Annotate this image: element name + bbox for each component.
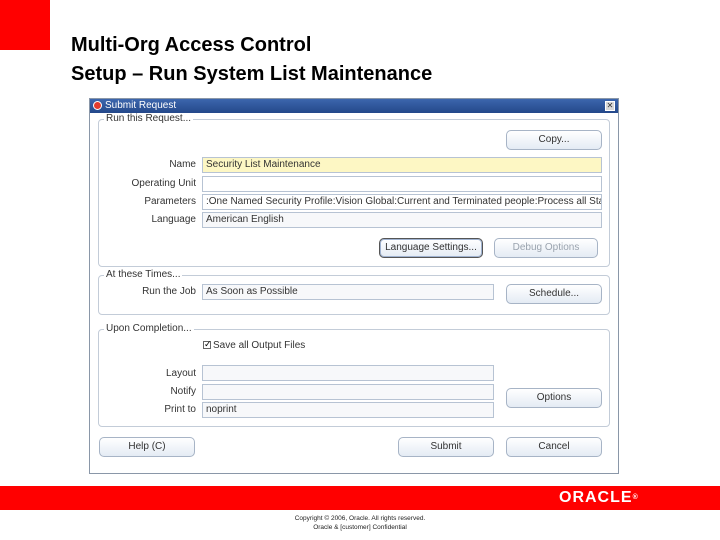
- copy-button[interactable]: Copy...: [506, 130, 602, 150]
- language-label: Language: [151, 214, 197, 225]
- submit-button[interactable]: Submit: [398, 437, 494, 457]
- oracle-logo: ORACLE®: [559, 488, 638, 508]
- schedule-button[interactable]: Schedule...: [506, 284, 602, 304]
- oracle-logo-text: ORACLE: [559, 489, 633, 506]
- notify-field[interactable]: [202, 384, 494, 400]
- copyright-notice: Copyright © 2006, Oracle. All rights res…: [260, 514, 460, 532]
- window-title: Submit Request: [105, 100, 177, 111]
- operating-unit-label: Operating Unit: [131, 178, 196, 189]
- slide-title: Multi-Org Access Control Setup – Run Sys…: [71, 31, 432, 89]
- window-titlebar[interactable]: Submit Request ✕: [90, 99, 618, 113]
- layout-field[interactable]: [202, 365, 494, 381]
- name-label: Name: [169, 159, 196, 170]
- print-to-field[interactable]: noprint: [202, 402, 494, 418]
- slide-title-line-1: Multi-Org Access Control: [71, 34, 312, 56]
- layout-label: Layout: [165, 368, 196, 379]
- close-icon[interactable]: ✕: [605, 101, 615, 111]
- parameters-label: Parameters: [144, 196, 196, 207]
- parameters-field[interactable]: :One Named Security Profile:Vision Globa…: [202, 194, 602, 210]
- operating-unit-field[interactable]: [202, 176, 602, 192]
- red-corner-block: [0, 0, 50, 50]
- name-field[interactable]: Security List Maintenance: [202, 157, 602, 173]
- at-these-times-label: At these Times...: [104, 269, 183, 281]
- cancel-button[interactable]: Cancel: [506, 437, 602, 457]
- copyright-line-2: Oracle & [customer] Confidential: [313, 524, 407, 531]
- run-the-job-label: Run the Job: [142, 286, 196, 297]
- save-output-label: Save all Output Files: [213, 340, 306, 351]
- submit-request-window: Submit Request ✕ Run this Request... Cop…: [89, 98, 619, 474]
- save-output-checkbox[interactable]: ✓: [203, 341, 212, 350]
- oracle-app-icon: [93, 101, 102, 110]
- oracle-trademark: ®: [632, 494, 638, 501]
- options-button[interactable]: Options: [506, 388, 602, 408]
- slide-title-line-2: Setup – Run System List Maintenance: [71, 63, 433, 85]
- help-button[interactable]: Help (C): [99, 437, 195, 457]
- run-the-job-field[interactable]: As Soon as Possible: [202, 284, 494, 300]
- notify-label: Notify: [170, 386, 196, 397]
- debug-options-button[interactable]: Debug Options: [494, 238, 598, 258]
- upon-completion-label: Upon Completion...: [104, 323, 194, 335]
- language-field[interactable]: American English: [202, 212, 602, 228]
- print-to-label: Print to: [164, 404, 196, 415]
- run-this-request-label: Run this Request...: [104, 113, 194, 125]
- language-settings-button[interactable]: Language Settings...: [379, 238, 483, 258]
- copyright-line-1: Copyright © 2006, Oracle. All rights res…: [294, 515, 426, 522]
